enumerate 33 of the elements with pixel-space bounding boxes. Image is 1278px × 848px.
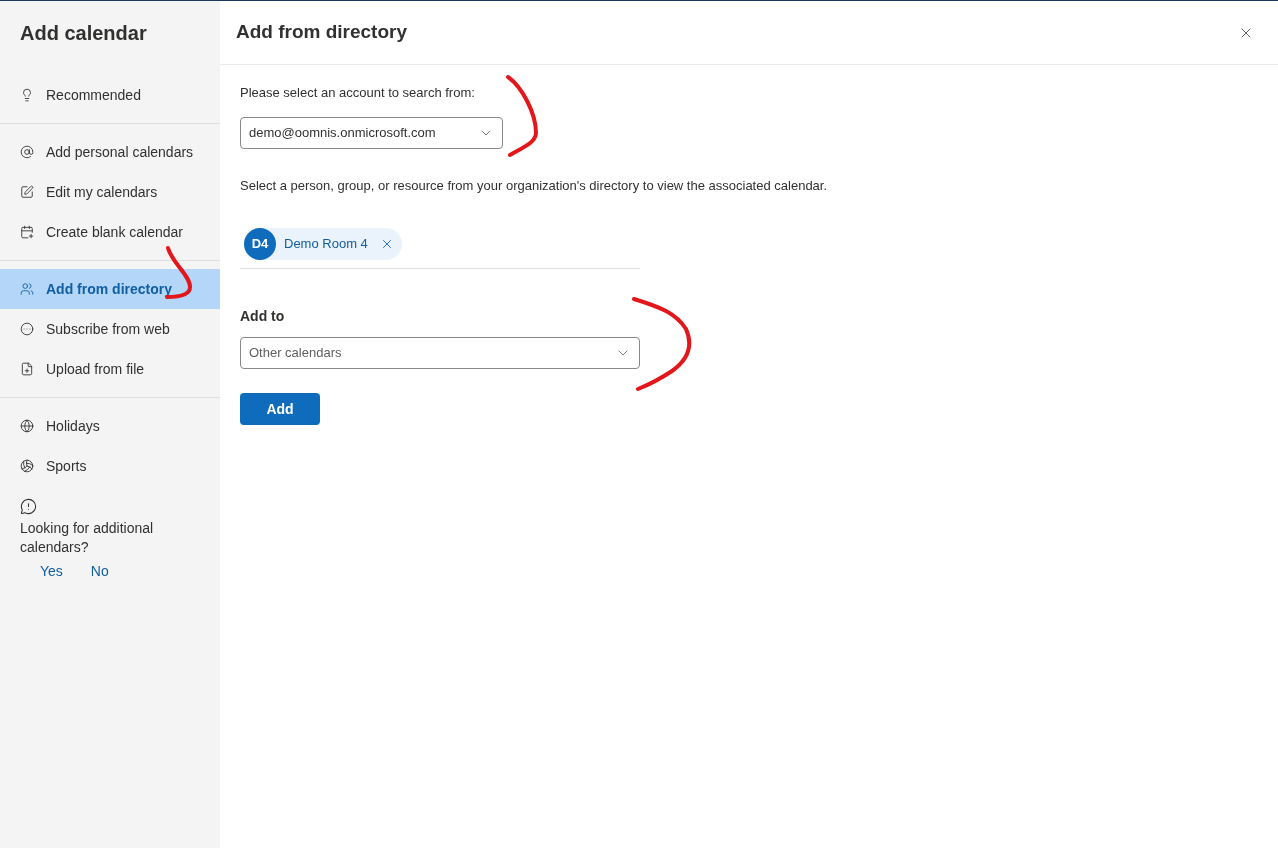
account-dropdown[interactable]: demo@oomnis.onmicrosoft.com <box>240 116 503 149</box>
feedback-icon <box>20 498 37 515</box>
sidebar-item[interactable]: Upload from file <box>0 349 220 389</box>
add-button[interactable]: Add <box>240 393 320 425</box>
avatar-initials: D4 <box>244 228 276 260</box>
sidebar-item[interactable]: Holidays <box>0 406 220 446</box>
feedback-link[interactable]: No <box>90 561 109 581</box>
people-icon <box>20 282 34 296</box>
calendar-dropdown[interactable]: Other calendars <box>240 337 640 369</box>
sidebar-item[interactable]: Sports <box>0 446 220 486</box>
lightbulb-icon <box>20 88 34 102</box>
globe-icon <box>20 419 34 433</box>
sidebar-item[interactable]: Add from directory <box>0 269 220 309</box>
sidebar-title: Add calendar <box>19 21 148 46</box>
chip-name: Demo Room 4 <box>284 235 368 254</box>
ellipsis-circle-icon <box>20 322 34 336</box>
feedback-question: Looking for additional calendars? <box>20 519 155 557</box>
sidebar-item[interactable]: Create blank calendar <box>0 212 220 252</box>
field-label: Add to <box>240 307 286 326</box>
instructions-text: Select a person, group, or resource from your organization's directory to view the associated calendar. <box>240 176 829 195</box>
file-icon <box>20 362 34 376</box>
sidebar-item[interactable]: Recommended <box>0 75 220 115</box>
ball-icon <box>20 459 34 473</box>
person-chip[interactable]: D4 Demo Room 4 <box>244 228 402 260</box>
sidebar-item[interactable]: Edit my calendars <box>0 172 220 212</box>
sidebar-item[interactable]: Subscribe from web <box>0 309 220 349</box>
pen-icon <box>20 185 34 199</box>
sidebar-item[interactable]: Add personal calendars <box>0 132 220 172</box>
calendar-plus-icon <box>20 225 34 239</box>
panel-title: Add from directory <box>236 20 408 45</box>
field-label: Please select an account to search from: <box>240 84 476 102</box>
feedback-link[interactable]: Yes <box>40 561 63 581</box>
at-sign-icon <box>20 145 34 159</box>
